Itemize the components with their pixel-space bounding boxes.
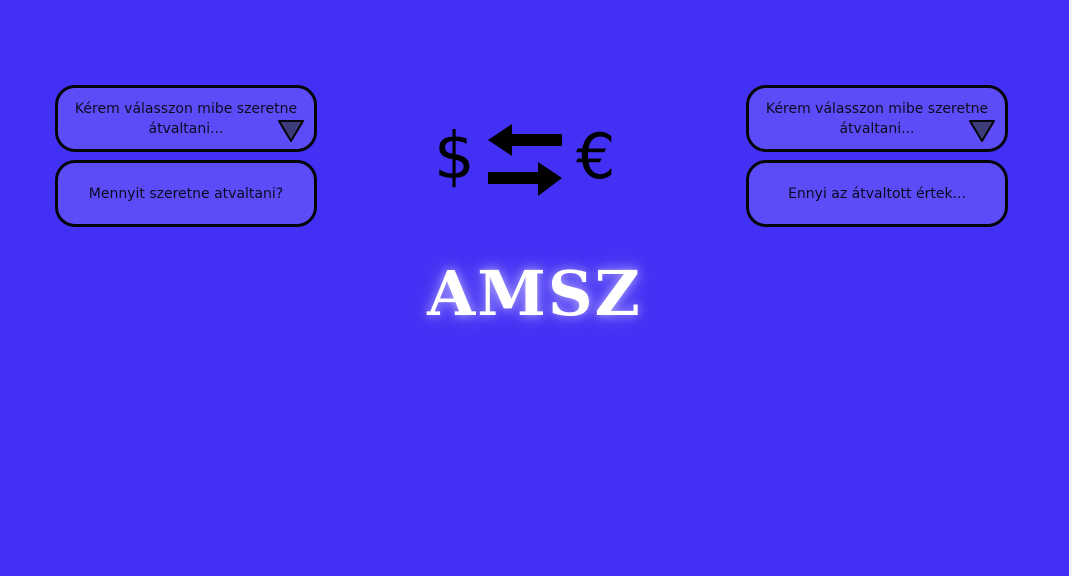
amount-input[interactable]: Mennyit szeretne atvaltani? (55, 160, 317, 227)
result-field: Ennyi az átvaltott értek... (746, 160, 1008, 227)
dollar-icon: $ (434, 120, 475, 194)
result-placeholder: Ennyi az átvaltott értek... (788, 185, 966, 202)
to-currency-placeholder: Kérem válasszon mibe szeretne átvaltani.… (765, 100, 989, 137)
euro-icon: € (576, 120, 616, 193)
brand-title: AMSZ (427, 257, 642, 330)
dropdown-triangle-icon[interactable] (969, 120, 995, 142)
amount-placeholder: Mennyit szeretne atvaltani? (88, 185, 284, 202)
from-currency-select[interactable]: Kérem válasszon mibe szeretne átvaltani.… (55, 85, 317, 152)
swap-arrows-icon[interactable] (486, 122, 564, 198)
app-canvas: Kérem válasszon mibe szeretne átvaltani.… (0, 0, 1069, 576)
dropdown-triangle-icon[interactable] (278, 120, 304, 142)
to-currency-select[interactable]: Kérem válasszon mibe szeretne átvaltani.… (746, 85, 1008, 152)
from-currency-placeholder: Kérem válasszon mibe szeretne átvaltani.… (74, 100, 298, 137)
